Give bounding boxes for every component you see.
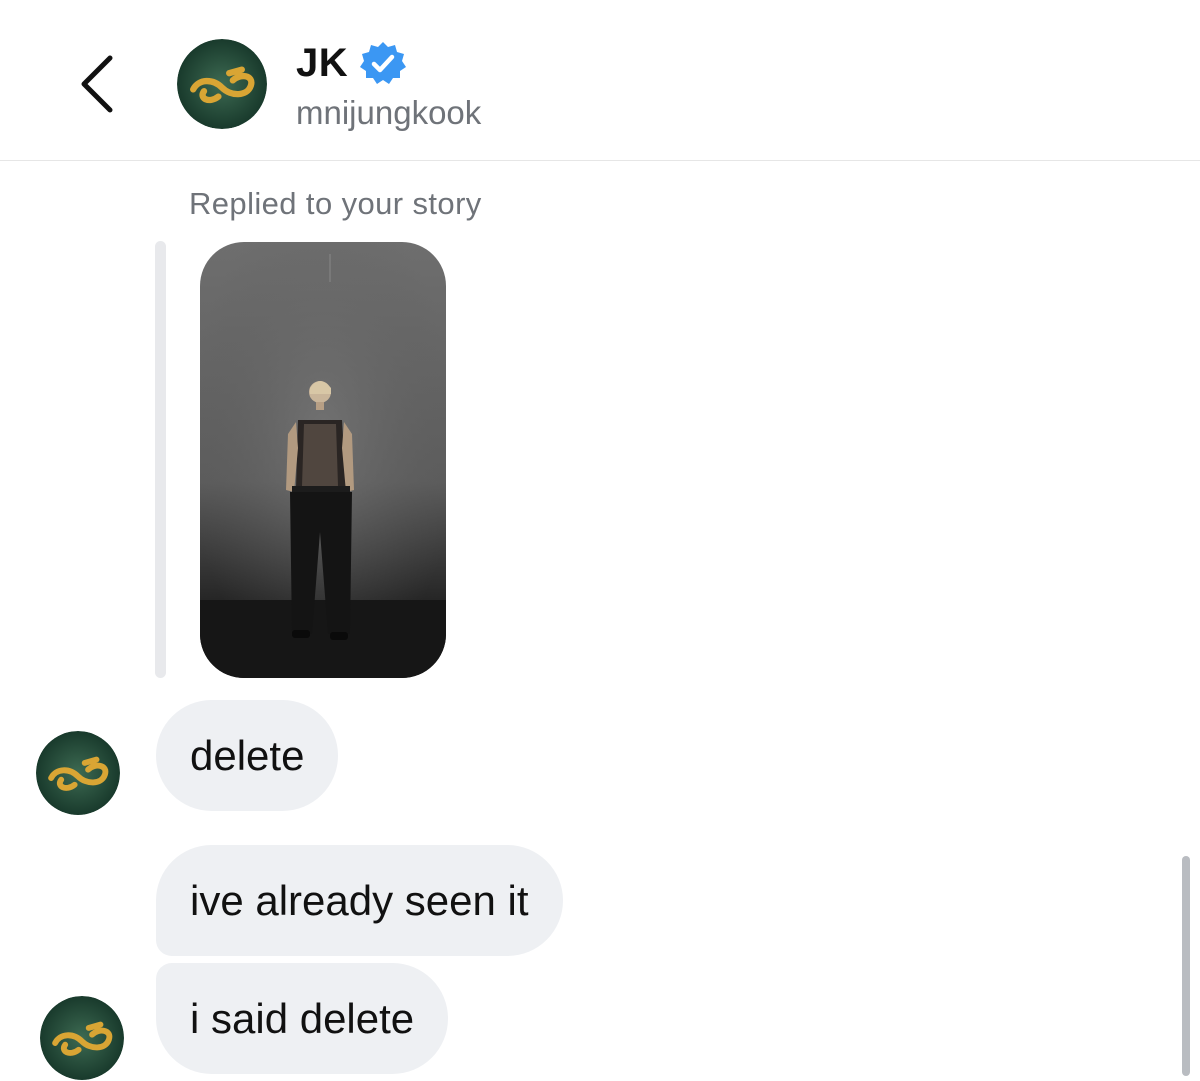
sender-avatar[interactable] (36, 731, 120, 815)
name-row[interactable]: JK (296, 38, 407, 88)
message-bubble[interactable]: delete (156, 700, 339, 811)
back-button[interactable] (72, 48, 128, 120)
message-text: i said delete (190, 994, 415, 1042)
story-thumbnail[interactable] (200, 242, 446, 678)
avatar-logo-icon (177, 39, 267, 129)
message-text: delete (190, 731, 305, 779)
verified-badge-icon (360, 42, 407, 84)
chevron-left-icon (81, 55, 113, 113)
sender-avatar[interactable] (40, 996, 124, 1080)
story-photo (200, 242, 446, 678)
thread-header: JK mnijungkook (0, 0, 1200, 161)
dm-thread-screen: JK mnijungkook Replied to your story del… (0, 0, 1200, 1081)
story-reply-caption: Replied to your story (189, 186, 482, 221)
scrollbar[interactable] (1182, 856, 1190, 1076)
avatar-logo-icon (36, 731, 120, 815)
message-bubble[interactable]: ive already seen it (156, 845, 563, 956)
avatar-logo-icon (40, 996, 124, 1080)
avatar[interactable] (177, 39, 267, 129)
message-bubble[interactable]: i said delete (156, 963, 449, 1074)
message-text: ive already seen it (190, 876, 529, 924)
reply-quote-bar (155, 241, 166, 678)
username: mnijungkook (296, 94, 482, 131)
display-name: JK (296, 40, 349, 85)
